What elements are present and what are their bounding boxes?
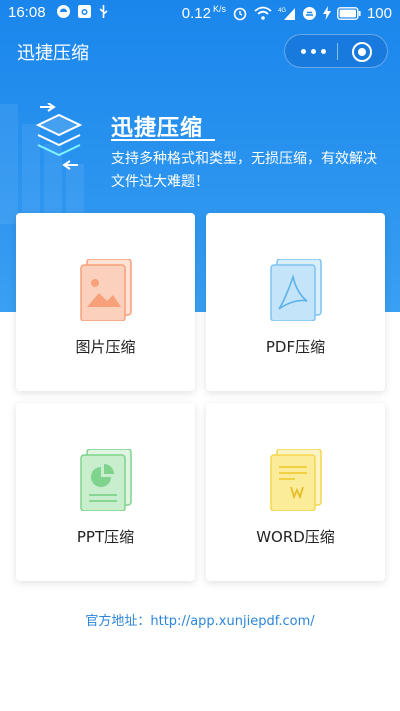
close-target-icon[interactable] (352, 42, 372, 62)
app-title: 迅捷压缩 (17, 43, 89, 64)
word-file-icon (270, 449, 322, 511)
capsule-divider (337, 43, 338, 60)
layers-icon (35, 103, 83, 170)
svg-text:4G: 4G (278, 8, 286, 14)
pdf-compress-label: PDF压缩 (265, 338, 326, 356)
ppt-file-icon (80, 449, 132, 511)
battery-icon (337, 6, 361, 20)
more-icon[interactable] (301, 49, 327, 55)
alarm-icon (233, 7, 247, 21)
pdf-compress-card[interactable]: PDF压缩 (206, 213, 385, 391)
image-compress-label: 图片压缩 (75, 338, 136, 356)
network-speed: 0.12 K/s (181, 4, 226, 22)
status-left-icons (56, 4, 109, 19)
status-time: 16:08 (8, 4, 46, 21)
wifi-icon (254, 6, 272, 20)
status-right: 0.12 K/s 4G 100 (182, 4, 392, 22)
banner-underline (111, 139, 215, 141)
word-compress-label: WORD压缩 (256, 528, 335, 546)
word-compress-card[interactable]: WORD压缩 (206, 403, 385, 581)
cloud-icon (302, 6, 316, 20)
image-file-icon (80, 259, 132, 321)
banner-title: 迅捷压缩 (111, 116, 204, 141)
signal-icon: 4G (278, 7, 295, 20)
ppt-compress-label: PPT压缩 (76, 528, 135, 546)
usb-icon (99, 5, 108, 18)
title-bar: 迅捷压缩 (0, 26, 400, 78)
battery-level: 100 (366, 4, 392, 22)
image-compress-card[interactable]: 图片压缩 (16, 213, 195, 391)
pdf-file-icon (270, 259, 322, 321)
circle-icon (57, 5, 70, 18)
mini-program-capsule (284, 34, 388, 68)
official-site-link[interactable]: 官方地址：http://app.xunjiepdf.com/ (0, 610, 400, 629)
ppt-compress-card[interactable]: PPT压缩 (16, 403, 195, 581)
banner-description: 支持多种格式和类型，无损压缩，有效解决文件过大难题！ (111, 151, 377, 190)
status-bar: 16:08 0.12 K/s 4G 100 (0, 0, 400, 26)
charging-icon (322, 6, 331, 20)
image-icon (78, 5, 91, 18)
